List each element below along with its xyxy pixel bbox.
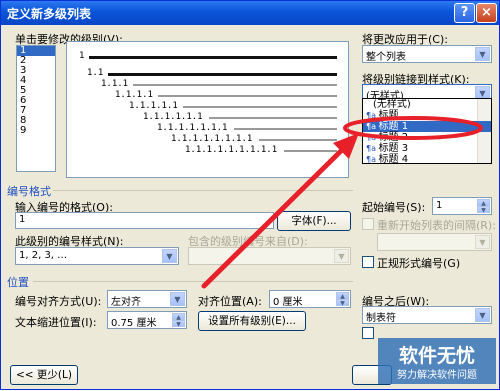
aligned-at-value: 0 厘米 bbox=[273, 297, 303, 308]
enter-format-value: 1 bbox=[19, 214, 26, 225]
apply-to-value: 整个列表 bbox=[366, 52, 406, 63]
section-divider bbox=[53, 190, 353, 191]
style-option-label: 标题 1 bbox=[378, 121, 409, 132]
section-divider bbox=[33, 281, 353, 282]
watermark-logo: 软件无忧 努力解决软件问题 bbox=[378, 338, 496, 384]
preview-level-number: 1.1.1.1 bbox=[115, 90, 153, 100]
style-option-label: 标题 bbox=[378, 110, 399, 121]
alignment-dropdown[interactable]: 左对齐 ▼ bbox=[107, 290, 187, 308]
style-option-label: 标题 3 bbox=[378, 143, 409, 154]
preview-level-number: 1.1.1.1.1.1.1 bbox=[157, 123, 228, 133]
style-option-label: (无样式) bbox=[373, 99, 411, 110]
preview-level-number: 1.1 bbox=[87, 68, 104, 78]
watermark-title: 软件无忧 bbox=[399, 344, 475, 367]
preview-level-number: 1.1.1.1.1.1 bbox=[143, 112, 203, 122]
preview-level-number: 1.1.1 bbox=[101, 79, 129, 89]
style-option-label: 标题 2 bbox=[378, 132, 409, 143]
preview-level-number: 1.1.1.1.1.1.1.1.1 bbox=[185, 145, 278, 155]
indent-input[interactable]: 0.75 厘米 ▲ ▼ bbox=[107, 311, 187, 329]
paragraph-style-icon: ¶a bbox=[366, 144, 379, 153]
preview-text-line bbox=[183, 106, 337, 108]
style-option[interactable]: ¶a 标题 4 bbox=[363, 154, 491, 164]
preview-text-line bbox=[107, 73, 337, 76]
set-all-levels-button[interactable]: 设置所有级别(E)... bbox=[198, 311, 306, 331]
follow-with-value: 制表符 bbox=[366, 313, 396, 324]
tab-stop-checkbox[interactable] bbox=[362, 327, 374, 339]
preview-level-number: 1.1.1.1.1 bbox=[129, 101, 178, 111]
start-at-spinner[interactable]: ▲ ▼ bbox=[477, 199, 490, 214]
preview-text-line bbox=[233, 128, 337, 130]
position-section-title: 位置 bbox=[7, 276, 29, 289]
aligned-at-input[interactable]: 0 厘米 ▲ ▼ bbox=[269, 290, 351, 308]
less-button[interactable]: << 更少(L) bbox=[10, 365, 78, 385]
level-listbox[interactable]: 123456789 bbox=[16, 45, 56, 172]
chevron-down-icon[interactable]: ▼ bbox=[475, 47, 490, 61]
help-button[interactable]: ? bbox=[454, 3, 475, 23]
aligned-at-spinner[interactable]: ▲ ▼ bbox=[336, 292, 349, 307]
chevron-down-icon: ▼ bbox=[334, 249, 349, 263]
legal-style-checkbox[interactable] bbox=[362, 256, 374, 268]
watermark-subtitle: 努力解决软件问题 bbox=[397, 368, 477, 381]
alignment-label: 编号对齐方式(U): bbox=[15, 295, 102, 308]
paragraph-style-icon: ¶a bbox=[366, 155, 379, 164]
link-style-options-list[interactable]: (无样式) ¶a 标题 ¶a 标题 1 ¶a 标题 2 ¶a 标题 3 ¶a 标题 4 bbox=[362, 98, 492, 164]
style-option[interactable]: (无样式) bbox=[363, 99, 491, 110]
style-option-label: 标题 4 bbox=[378, 154, 409, 164]
style-option[interactable]: ¶a 标题 3 bbox=[363, 143, 491, 154]
number-format-section-title: 编号格式 bbox=[7, 185, 51, 198]
include-level-dropdown[interactable]: ▼ bbox=[188, 247, 351, 265]
dialog-window: 定义新多级列表 ? × 单击要修改的级别(V): 123456789 1 1.1 1… bbox=[0, 0, 500, 390]
restart-list-checkbox[interactable] bbox=[362, 218, 374, 230]
number-style-value: 1, 2, 3, … bbox=[19, 250, 68, 261]
restart-list-label: 重新开始列表的间隔(R): bbox=[377, 219, 496, 232]
indent-value: 0.75 厘米 bbox=[111, 318, 157, 329]
paragraph-style-icon: ¶a bbox=[366, 111, 379, 120]
level-item[interactable]: 9 bbox=[17, 126, 55, 136]
alignment-value: 左对齐 bbox=[111, 297, 141, 308]
start-at-input[interactable]: 1 ▲ ▼ bbox=[432, 197, 492, 215]
dialog-title: 定义新多级列表 bbox=[7, 7, 92, 21]
preview-text-line bbox=[284, 150, 337, 152]
start-at-label: 起始编号(S): bbox=[362, 201, 426, 214]
paragraph-style-icon: ¶a bbox=[366, 122, 379, 131]
style-option[interactable]: ¶a 标题 1 bbox=[363, 121, 491, 132]
preview-level-number: 1.1.1.1.1.1.1.1 bbox=[171, 134, 253, 144]
font-button[interactable]: 字体(F)... bbox=[277, 211, 351, 231]
preview-level-number: 1 bbox=[79, 51, 85, 61]
start-at-value: 1 bbox=[436, 200, 443, 211]
chevron-down-icon[interactable]: ▼ bbox=[162, 249, 177, 263]
title-bar[interactable]: 定义新多级列表 ? × bbox=[1, 1, 499, 25]
aligned-at-label: 对齐位置(A): bbox=[198, 295, 262, 308]
close-button[interactable]: × bbox=[476, 3, 497, 23]
chevron-down-icon[interactable]: ▼ bbox=[170, 292, 185, 306]
preview-text-line bbox=[259, 139, 337, 141]
list-preview: 1 1.1 1.1.1 1.1.1.1 1.1.1.1.1 1.1.1.1.1.1 1.1.… bbox=[66, 41, 349, 178]
chevron-down-icon[interactable]: ▼ bbox=[475, 308, 490, 322]
follow-with-dropdown[interactable]: 制表符 ▼ bbox=[362, 306, 492, 324]
preview-text-line bbox=[158, 95, 337, 97]
preview-text-line bbox=[88, 56, 337, 59]
indent-spinner[interactable]: ▲ ▼ bbox=[172, 313, 185, 328]
enter-format-input[interactable]: 1 bbox=[15, 212, 274, 229]
legal-style-label: 正规形式编号(G) bbox=[377, 257, 461, 270]
preview-text-line bbox=[133, 84, 337, 86]
style-option[interactable]: ¶a 标题 bbox=[363, 110, 491, 121]
preview-text-line bbox=[208, 117, 337, 119]
chevron-down-icon: ▼ bbox=[475, 235, 490, 249]
indent-label: 文本缩进位置(I): bbox=[15, 316, 97, 329]
restart-list-dropdown[interactable]: ▼ bbox=[377, 233, 492, 251]
number-style-dropdown[interactable]: 1, 2, 3, … ▼ bbox=[15, 247, 179, 265]
paragraph-style-icon: ¶a bbox=[366, 133, 379, 142]
apply-to-dropdown[interactable]: 整个列表 ▼ bbox=[362, 45, 492, 63]
style-option[interactable]: ¶a 标题 2 bbox=[363, 132, 491, 143]
